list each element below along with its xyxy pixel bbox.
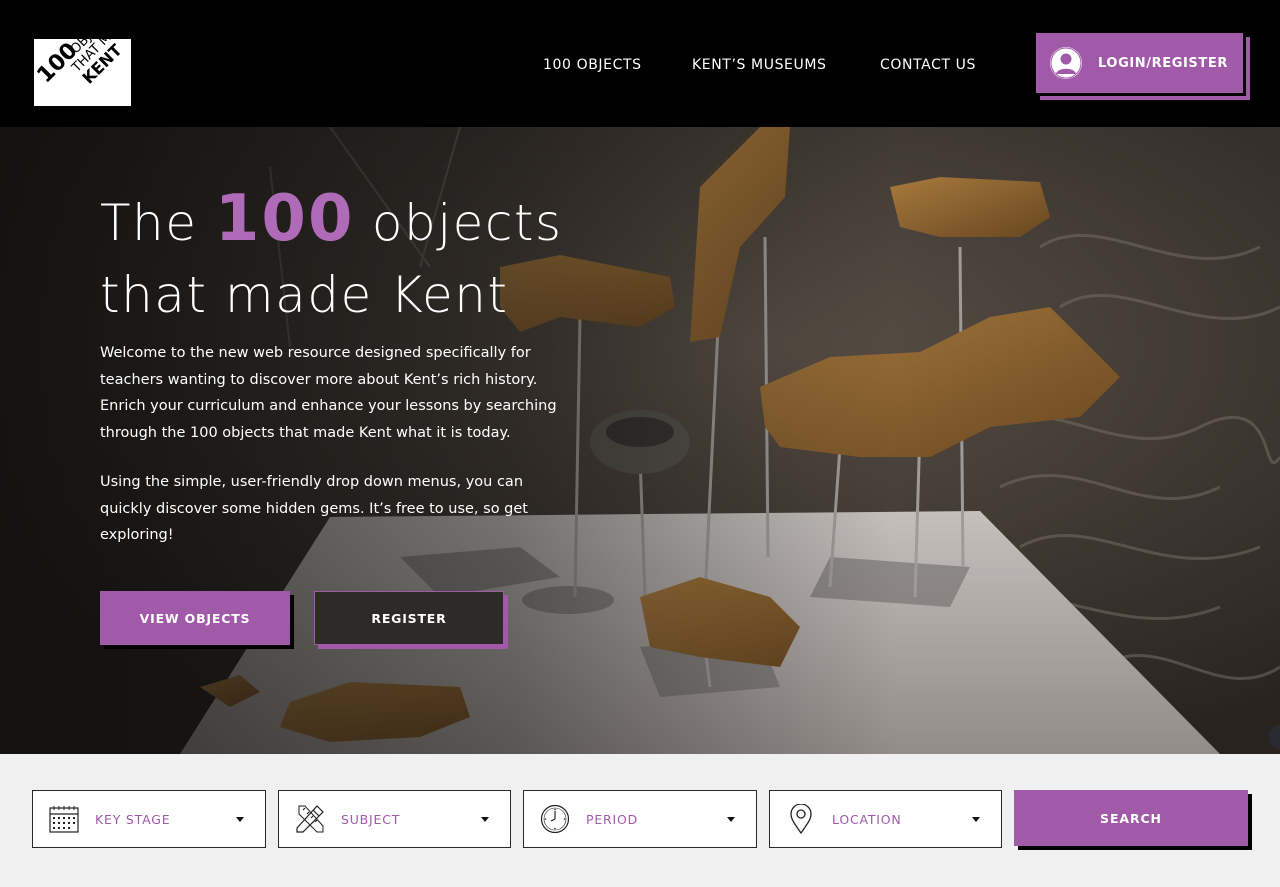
hero-title: The 100 objects that made Kent bbox=[100, 183, 660, 331]
key-stage-label: KEY STAGE bbox=[95, 811, 171, 827]
hero-intro-paragraph: Welcome to the new web resource designed… bbox=[100, 345, 557, 441]
hero-instructions-paragraph: Using the simple, user-friendly drop dow… bbox=[100, 474, 528, 543]
login-register-button[interactable]: LOGIN/REGISTER bbox=[1036, 33, 1246, 96]
nav-link-100-objects[interactable]: 100 OBJECTS bbox=[543, 57, 642, 73]
hero-title-number: 100 bbox=[214, 182, 355, 256]
subject-label: SUBJECT bbox=[341, 811, 401, 827]
search-button-wrap: SEARCH bbox=[1014, 790, 1252, 850]
chevron-down-icon bbox=[972, 816, 980, 822]
pencil-ruler-icon bbox=[294, 803, 326, 835]
chevron-down-icon bbox=[236, 816, 244, 822]
chevron-down-icon bbox=[481, 816, 489, 822]
clock-icon bbox=[539, 803, 571, 835]
nav-link-contact-us[interactable]: CONTACT US bbox=[880, 57, 976, 73]
login-register-label: LOGIN/REGISTER bbox=[1098, 55, 1228, 71]
location-dropdown[interactable]: LOCATION bbox=[769, 790, 1002, 848]
site-logo[interactable]: 100 OBJECTS THAT MADE KENT bbox=[34, 18, 164, 108]
period-label: PERIOD bbox=[586, 811, 639, 827]
key-stage-dropdown[interactable]: KEY STAGE bbox=[32, 790, 266, 848]
user-icon bbox=[1050, 47, 1082, 79]
hero-title-post: objects bbox=[354, 194, 563, 252]
calendar-icon bbox=[48, 803, 80, 835]
register-button-wrap: REGISTER bbox=[314, 591, 508, 649]
login-register-button-wrap: LOGIN/REGISTER bbox=[1036, 33, 1250, 100]
location-label: LOCATION bbox=[832, 811, 902, 827]
chevron-down-icon bbox=[727, 816, 735, 822]
search-button[interactable]: SEARCH bbox=[1014, 790, 1248, 846]
object-filter-bar: KEY STAGE SUBJECT PERIOD LOCATION SEARCH bbox=[0, 754, 1280, 887]
hero-section: The 100 objects that made Kent Welcome t… bbox=[0, 127, 1280, 754]
period-dropdown[interactable]: PERIOD bbox=[523, 790, 757, 848]
subject-dropdown[interactable]: SUBJECT bbox=[278, 790, 511, 848]
hero-title-pre: The bbox=[100, 194, 215, 252]
map-pin-icon bbox=[785, 803, 817, 835]
register-button[interactable]: REGISTER bbox=[314, 591, 504, 645]
view-objects-button-wrap: VIEW OBJECTS bbox=[100, 591, 294, 649]
site-header: 100 OBJECTS THAT MADE KENT 100 OBJECTS K… bbox=[0, 0, 1280, 127]
hero-title-line-2: that made Kent bbox=[100, 266, 509, 324]
view-objects-button[interactable]: VIEW OBJECTS bbox=[100, 591, 290, 645]
nav-link-kents-museums[interactable]: KENT’S MUSEUMS bbox=[692, 57, 827, 73]
